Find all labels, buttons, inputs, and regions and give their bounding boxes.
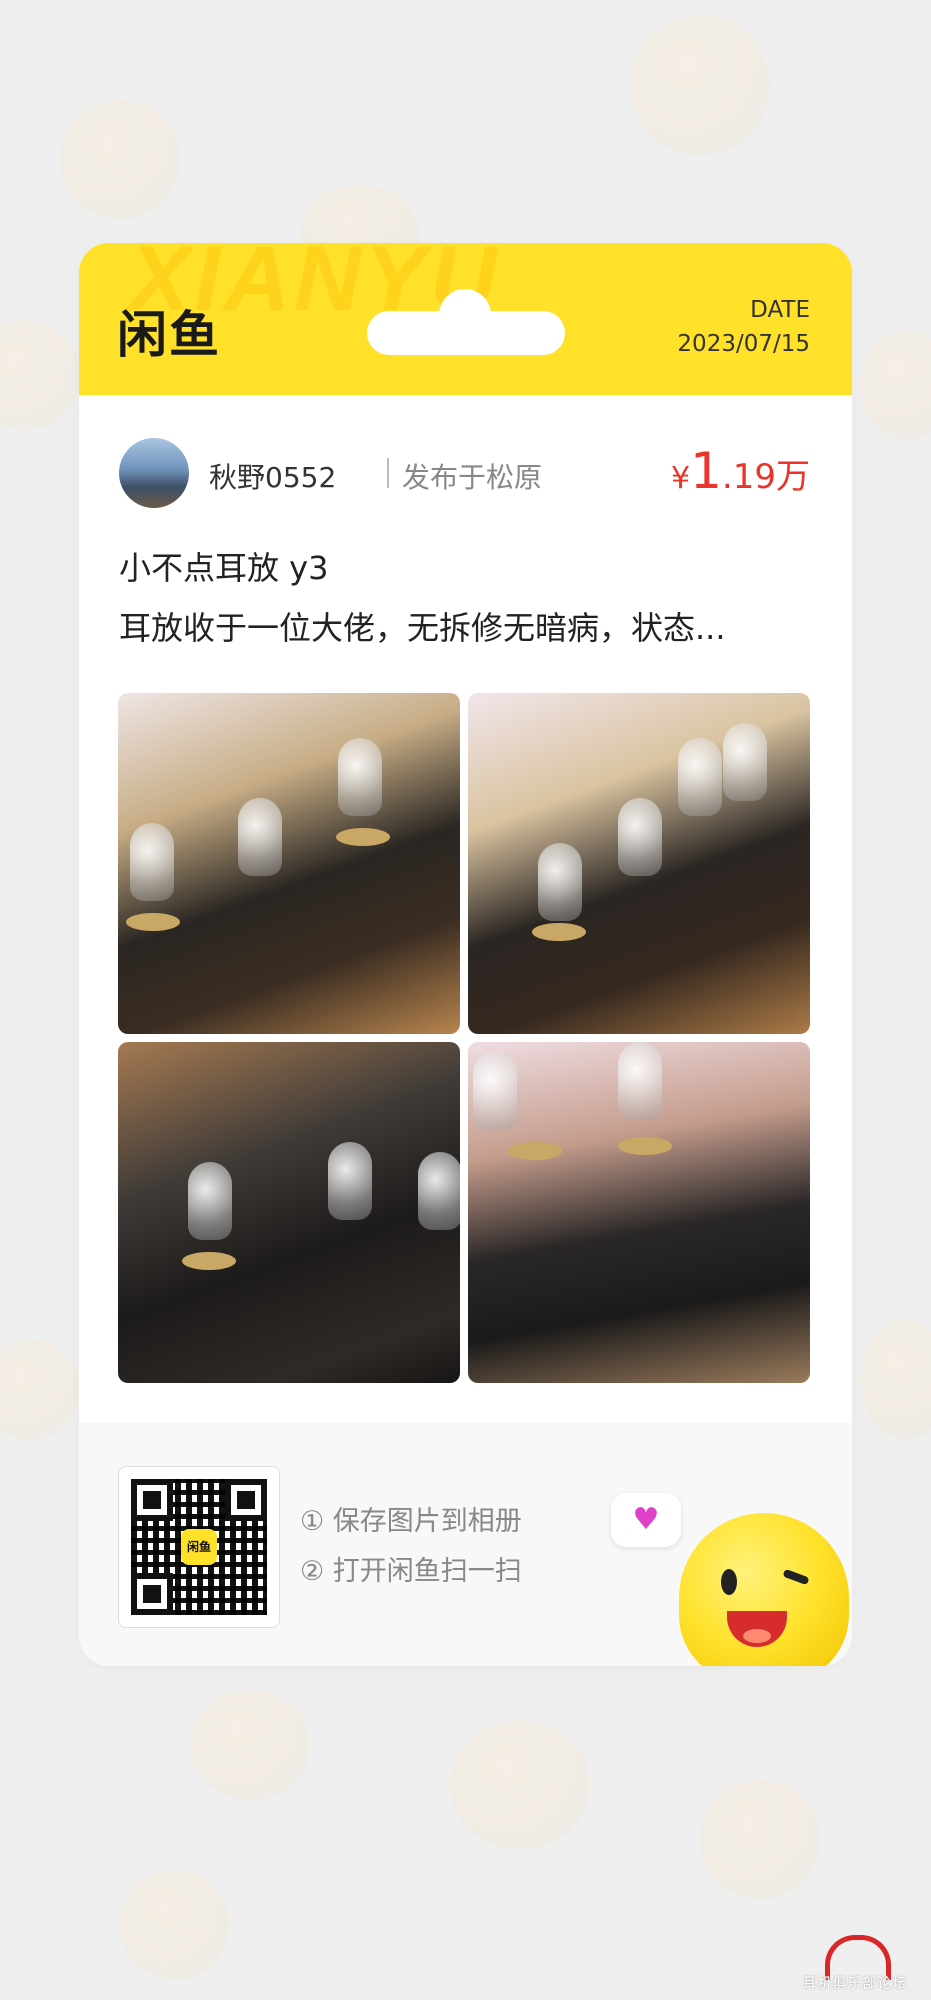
instruction-step-2: ② 打开闲鱼扫一扫 [300, 1556, 522, 1587]
heart-bubble-icon: ♥ [611, 1493, 681, 1547]
background-emoji-decoration [700, 1780, 820, 1900]
price-currency: ¥ [671, 461, 691, 496]
background-emoji-decoration [860, 330, 931, 440]
tube-socket-ring [182, 1252, 236, 1270]
seller-avatar [119, 438, 189, 508]
vacuum-tube-icon [188, 1162, 232, 1240]
vacuum-tube-icon [538, 843, 582, 921]
cloud-icon [367, 289, 565, 355]
background-emoji-decoration [120, 1870, 230, 1980]
vacuum-tube-icon [238, 798, 282, 876]
mascot-wink [782, 1568, 810, 1586]
date-block: DATE 2023/07/15 [677, 295, 810, 363]
price: ¥1.19万 [671, 442, 810, 500]
seller-location: 发布于松原 [402, 461, 543, 494]
tube-socket-ring [618, 1137, 672, 1155]
background-emoji-decoration [450, 1720, 590, 1850]
xianyu-logo: 闲鱼 [117, 306, 221, 364]
qr-finder-pattern [131, 1573, 173, 1615]
share-card: XIANYU 闲鱼 DATE 2023/07/15 秋野0552 发布于松原 ¥… [79, 243, 852, 1666]
tube-socket-ring [126, 913, 180, 931]
background-emoji-decoration [190, 1690, 310, 1800]
listing-photo-2 [468, 693, 810, 1034]
qr-center-logo: 闲鱼 [181, 1529, 217, 1565]
listing-photo-1 [118, 693, 460, 1034]
listing-description: 耳放收于一位大佬，无拆修无暗病，状态... [119, 609, 726, 647]
vacuum-tube-icon [130, 823, 174, 901]
vacuum-tube-icon [618, 798, 662, 876]
seller-name: 秋野0552 [209, 461, 337, 494]
forum-watermark-text: 耳机俱乐部论坛 [802, 1976, 908, 1992]
qr-finder-pattern [225, 1479, 267, 1521]
background-emoji-decoration [860, 1320, 931, 1440]
price-decimal: .19 [721, 457, 776, 497]
background-emoji-decoration [0, 320, 80, 430]
qr-code: 闲鱼 [118, 1466, 280, 1628]
vacuum-tube-icon [418, 1152, 460, 1230]
mascot-area: ♥ [599, 1453, 852, 1666]
background-emoji-decoration [0, 1340, 80, 1440]
price-integer: 1 [690, 442, 722, 500]
card-header: XIANYU 闲鱼 DATE 2023/07/15 [79, 243, 852, 395]
background-emoji-decoration [60, 100, 180, 220]
date-label: DATE [750, 297, 810, 323]
mascot-mouth [727, 1611, 787, 1647]
mascot-tongue [743, 1629, 771, 1643]
tube-socket-ring [532, 923, 586, 941]
qr-finder-pattern [131, 1479, 173, 1521]
vacuum-tube-icon [328, 1142, 372, 1220]
tube-socket-ring [336, 828, 390, 846]
tube-socket-ring [508, 1142, 562, 1160]
price-unit: 万 [776, 457, 810, 497]
listing-title: 小不点耳放 y3 [119, 549, 329, 587]
vacuum-tube-icon [473, 1052, 517, 1130]
mascot-icon [679, 1513, 849, 1666]
card-footer: 闲鱼 ① 保存图片到相册 ② 打开闲鱼扫一扫 ♥ [79, 1423, 852, 1666]
listing-photo-3 [118, 1042, 460, 1383]
background-emoji-decoration [630, 15, 770, 155]
vacuum-tube-icon [678, 738, 722, 816]
listing-photo-4 [468, 1042, 810, 1383]
vacuum-tube-icon [338, 738, 382, 816]
vacuum-tube-icon [723, 723, 767, 801]
divider [387, 458, 389, 488]
vacuum-tube-icon [618, 1042, 662, 1120]
seller-row: 秋野0552 发布于松原 ¥1.19万 [119, 438, 810, 510]
forum-watermark: 耳机俱乐部论坛 [785, 1935, 925, 1997]
mascot-eye [721, 1569, 737, 1595]
date-value: 2023/07/15 [677, 331, 810, 357]
instruction-step-1: ① 保存图片到相册 [300, 1506, 522, 1537]
